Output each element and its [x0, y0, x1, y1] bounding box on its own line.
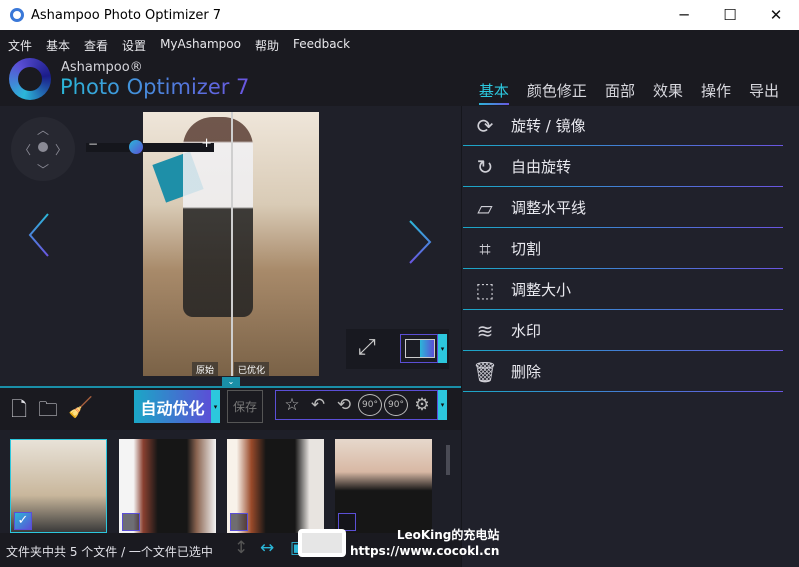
watermark-line2: https://www.cocokl.cn — [350, 544, 500, 558]
menu-view[interactable]: 查看 — [84, 37, 108, 54]
thumbnail-checkbox[interactable] — [230, 513, 248, 531]
tool-free-rotate[interactable]: ↻ 自由旋转 — [463, 147, 783, 187]
brand-product: Photo Optimizer 7 — [60, 75, 250, 99]
previous-image-button[interactable] — [24, 210, 54, 272]
tool-label: 旋转 / 镜像 — [511, 117, 586, 135]
crop-icon: ⌗ — [479, 236, 491, 261]
pan-left-icon[interactable]: 〈 — [19, 141, 31, 158]
thumbnail-checkbox[interactable]: ✓ — [14, 512, 32, 530]
menu-help[interactable]: 帮助 — [255, 37, 279, 54]
menu-settings[interactable]: 设置 — [122, 37, 146, 54]
overlay-watermark: LeoKing的充电站 https://www.cocokl.cn — [350, 527, 499, 559]
tool-rotate-mirror[interactable]: ⟳ 旋转 / 镜像 — [463, 106, 783, 146]
window-title: Ashampoo Photo Optimizer 7 — [31, 7, 222, 23]
maximize-button[interactable]: ☐ — [707, 0, 753, 30]
tool-label: 切割 — [511, 240, 542, 258]
tab-color-correction[interactable]: 颜色修正 — [527, 80, 587, 105]
collapse-preview-button[interactable]: ⌄ — [222, 377, 240, 386]
thumbnail-item[interactable]: ✓ — [10, 439, 107, 533]
auto-optimize-button[interactable]: 自动优化 — [134, 390, 211, 423]
add-file-icon[interactable]: 🗋 — [11, 395, 27, 429]
menu-myashampoo[interactable]: MyAshampoo — [160, 37, 241, 54]
minimize-button[interactable]: ─ — [661, 0, 707, 30]
watermark-icon: ≋ — [476, 318, 494, 343]
title-bar: Ashampoo Photo Optimizer 7 ─ ☐ ✕ — [0, 0, 799, 30]
thumbnail-item[interactable] — [335, 439, 432, 533]
pan-right-icon[interactable]: 〉 — [55, 141, 67, 158]
rotate-left-90-icon[interactable]: 90° — [358, 394, 382, 416]
horizontal-layout-icon[interactable]: ↔ — [260, 538, 274, 558]
label-original: 原始 — [192, 362, 219, 377]
zoom-slider-thumb[interactable] — [129, 140, 144, 154]
tool-label: 调整大小 — [511, 281, 572, 299]
menu-basic[interactable]: 基本 — [46, 37, 70, 54]
watermark-logo — [298, 529, 346, 557]
tool-crop[interactable]: ⌗ 切割 — [463, 229, 783, 269]
zoom-slider[interactable]: − + — [86, 136, 214, 154]
menu-feedback[interactable]: Feedback — [293, 37, 350, 54]
tool-label: 自由旋转 — [511, 158, 572, 176]
save-button[interactable]: 保存 — [227, 390, 263, 423]
app-icon — [10, 8, 24, 22]
pan-center-icon[interactable] — [38, 142, 48, 152]
menu-file[interactable]: 文件 — [8, 37, 32, 54]
tab-face[interactable]: 面部 — [605, 80, 635, 105]
compare-split-handle[interactable] — [231, 112, 233, 376]
resize-icon: ⬚ — [475, 277, 495, 302]
tool-resize[interactable]: ⬚ 调整大小 — [463, 270, 783, 310]
thumbnail-item[interactable] — [119, 439, 216, 533]
zoom-in-icon[interactable]: + — [201, 136, 212, 151]
undo-icon[interactable]: ↶ — [306, 395, 330, 415]
main-tabs: 基本 颜色修正 面部 效果 操作 导出 — [478, 80, 779, 105]
watermark-line1: LeoKing的充电站 — [396, 528, 500, 542]
tool-label: 调整水平线 — [511, 199, 587, 217]
ashampoo-logo-icon — [9, 58, 51, 100]
tab-effects[interactable]: 效果 — [653, 80, 683, 105]
tool-label: 水印 — [511, 322, 542, 340]
clear-list-icon[interactable]: 🧹 — [68, 395, 93, 419]
tool-straighten-horizon[interactable]: ▱ 调整水平线 — [463, 188, 783, 228]
horizon-icon: ▱ — [477, 195, 493, 220]
next-image-button[interactable] — [406, 217, 436, 279]
pan-navigator[interactable]: ︿ ﹀ 〈 〉 — [11, 117, 75, 181]
compare-view-button[interactable] — [400, 334, 438, 363]
close-button[interactable]: ✕ — [753, 0, 799, 30]
free-rotate-icon: ↻ — [476, 154, 494, 179]
tab-basic[interactable]: 基本 — [478, 80, 509, 105]
trash-icon: 🗑 — [472, 359, 498, 384]
action-toolbar: ☆ ↶ ⟲ 90° 90° ⚙ — [275, 390, 438, 420]
status-text: 文件夹中共 5 个文件 / 一个文件已选中 — [6, 545, 213, 559]
thumbnail-checkbox[interactable] — [122, 513, 140, 531]
tool-delete[interactable]: 🗑 删除 — [463, 352, 783, 392]
tab-operations[interactable]: 操作 — [701, 80, 731, 105]
chevron-right-icon — [409, 220, 432, 264]
pan-up-icon[interactable]: ︿ — [37, 121, 49, 138]
chevron-left-icon — [28, 213, 49, 257]
add-folder-icon[interactable]: 🗀 — [38, 395, 58, 429]
brand-company: Ashampoo® — [61, 60, 143, 75]
split-view-icon — [405, 339, 435, 358]
label-optimized: 已优化 — [234, 362, 270, 377]
thumbnail-item[interactable] — [227, 439, 324, 533]
favorites-icon[interactable]: ☆ — [280, 395, 304, 415]
undo-all-icon[interactable]: ⟲ — [332, 395, 356, 415]
gear-icon[interactable]: ⚙ — [410, 395, 434, 415]
vertical-layout-icon[interactable]: ↕ — [234, 538, 248, 558]
pan-down-icon[interactable]: ﹀ — [37, 161, 49, 178]
zoom-out-icon[interactable]: − — [88, 137, 98, 151]
auto-optimize-dropdown[interactable]: ▾ — [211, 390, 220, 423]
fullscreen-icon[interactable]: ⤢ — [358, 335, 376, 360]
rotate-mirror-icon: ⟳ — [476, 113, 494, 138]
tab-export[interactable]: 导出 — [749, 80, 779, 105]
view-mode-dropdown[interactable]: ▾ — [438, 334, 447, 363]
rotate-right-90-icon[interactable]: 90° — [384, 394, 408, 416]
menu-bar: 文件 基本 查看 设置 MyAshampoo 帮助 Feedback — [8, 37, 350, 54]
tool-label: 删除 — [511, 363, 542, 381]
action-dropdown[interactable]: ▾ — [438, 390, 447, 420]
tool-watermark[interactable]: ≋ 水印 — [463, 311, 783, 351]
thumbnail-scrollbar[interactable] — [446, 445, 450, 475]
